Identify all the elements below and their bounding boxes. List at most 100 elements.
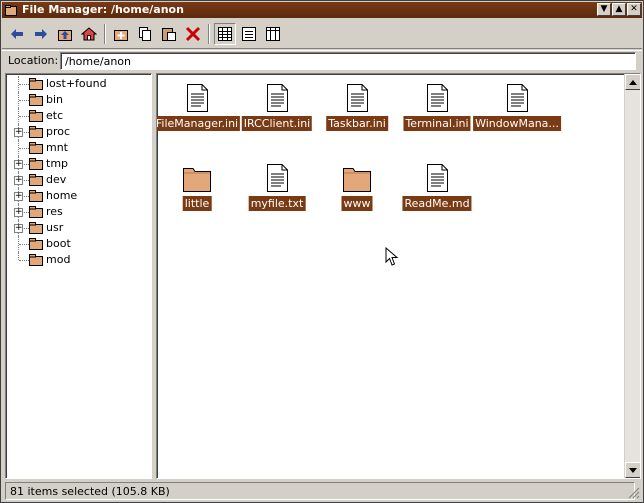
file-view[interactable]: FileManager.ini IRCClient.ini Taskbar.ini T… [156, 73, 641, 479]
forward-button[interactable] [30, 23, 52, 45]
resize-grip-icon[interactable] [628, 487, 640, 499]
tree-item[interactable]: mod [6, 252, 146, 268]
file-item[interactable]: WindowMana... [473, 74, 561, 144]
new-folder-button[interactable] [110, 23, 132, 45]
directory-tree[interactable]: lost+found bin etc + proc mnt + tmp + dev + home + re… [5, 73, 152, 479]
tree-line [19, 116, 29, 117]
columns-view-button[interactable] [262, 23, 284, 45]
location-label: Location: [8, 54, 59, 67]
file-item[interactable]: FileManager.ini [157, 74, 241, 144]
icon-view-button[interactable] [214, 23, 236, 45]
document-icon [347, 84, 368, 112]
tree-item[interactable]: + usr [6, 220, 146, 236]
document-icon [267, 84, 288, 112]
tree-item[interactable]: + home [6, 188, 146, 204]
icon-view-icon [218, 27, 232, 41]
expand-icon[interactable]: + [14, 176, 23, 185]
status-text: 81 items selected (105.8 KB) [5, 482, 635, 500]
paste-icon [162, 28, 176, 41]
tree-line [19, 244, 29, 245]
toolbar [2, 19, 642, 49]
minimize-button[interactable]: ▼ [597, 3, 611, 16]
folder-icon [29, 94, 43, 106]
tree-item-label: mnt [46, 141, 68, 154]
tree-item-label: mod [46, 253, 71, 266]
tree-line [19, 100, 29, 101]
scroll-up-button[interactable] [625, 74, 640, 90]
delete-button[interactable] [182, 23, 204, 45]
up-button[interactable] [54, 23, 76, 45]
folder-icon [29, 142, 43, 154]
tree-line [19, 148, 29, 149]
tree-item[interactable]: + proc [6, 124, 146, 140]
file-name-label: myfile.txt [248, 196, 306, 211]
tree-item[interactable]: etc [6, 108, 146, 124]
tree-item[interactable]: lost+found [6, 76, 146, 92]
document-icon [427, 84, 448, 112]
tree-line [19, 84, 29, 85]
tree-item-label: etc [46, 109, 64, 122]
scroll-down-button[interactable] [625, 462, 640, 478]
expand-icon[interactable]: + [14, 208, 23, 217]
folder-icon [29, 174, 43, 186]
file-name-label: little [182, 196, 212, 211]
maximize-button[interactable]: ▲ [612, 3, 626, 16]
close-button[interactable]: ✕ [627, 3, 641, 16]
tree-item-label: dev [46, 173, 67, 186]
expand-icon[interactable]: + [14, 128, 23, 137]
document-icon [267, 164, 288, 192]
tree-item[interactable]: + tmp [6, 156, 146, 172]
tree-item[interactable]: + res [6, 204, 146, 220]
scroll-down-icon [629, 467, 637, 473]
folder-icon [183, 168, 211, 192]
file-name-label: WindowMana... [473, 116, 561, 131]
file-item[interactable]: myfile.txt [237, 154, 317, 224]
status-bar: 81 items selected (105.8 KB) [2, 481, 642, 501]
copy-button[interactable] [134, 23, 156, 45]
expand-icon[interactable]: + [14, 192, 23, 201]
folder-icon [29, 126, 43, 138]
folder-icon [5, 5, 17, 16]
expand-icon[interactable]: + [14, 160, 23, 169]
forward-icon [35, 29, 47, 39]
tree-item[interactable]: bin [6, 92, 146, 108]
file-item[interactable]: Taskbar.ini [317, 74, 397, 144]
title-bar[interactable]: File Manager: /home/anon ▼ ▲ ✕ [2, 2, 642, 18]
expand-icon[interactable]: + [14, 224, 23, 233]
file-name-label: IRCClient.ini [241, 116, 313, 131]
folder-icon [29, 254, 43, 266]
columns-view-icon [266, 27, 280, 41]
list-view-button[interactable] [238, 23, 260, 45]
tree-item[interactable]: + dev [6, 172, 146, 188]
home-icon [81, 27, 97, 41]
folder-icon [29, 206, 43, 218]
toolbar-separator [104, 24, 106, 44]
paste-button[interactable] [158, 23, 180, 45]
home-button[interactable] [78, 23, 100, 45]
file-item[interactable]: Terminal.ini [397, 74, 477, 144]
location-input[interactable] [60, 52, 636, 70]
file-item[interactable]: IRCClient.ini [237, 74, 317, 144]
vertical-scrollbar[interactable] [624, 74, 640, 478]
tree-item-label: boot [46, 237, 71, 250]
file-item[interactable]: ReadMe.md [397, 154, 477, 224]
tree-item[interactable]: mnt [6, 140, 146, 156]
tree-item-label: tmp [46, 157, 69, 170]
folder-icon [29, 78, 43, 90]
mouse-cursor-icon [385, 247, 399, 266]
tree-item-label: usr [46, 221, 64, 234]
folder-item[interactable]: www [317, 154, 397, 224]
tree-item[interactable]: boot [6, 236, 146, 252]
back-button[interactable] [6, 23, 28, 45]
back-icon [11, 29, 23, 39]
document-icon [427, 164, 448, 192]
folder-icon [29, 158, 43, 170]
tree-item-label: bin [46, 93, 64, 106]
folder-icon [29, 238, 43, 250]
window-title: File Manager: /home/anon [22, 3, 184, 16]
list-view-icon [242, 27, 256, 41]
toolbar-separator [208, 24, 210, 44]
folder-item[interactable]: little [157, 154, 237, 224]
file-name-label: Taskbar.ini [326, 116, 388, 131]
file-name-label: FileManager.ini [157, 116, 241, 131]
